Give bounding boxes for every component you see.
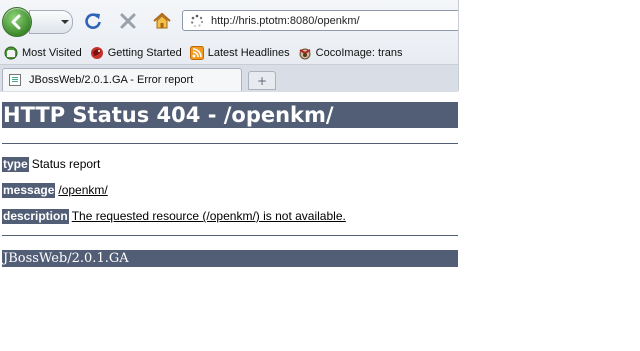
bookmark-cocoimage[interactable]: CocoImage: trans	[298, 46, 403, 60]
type-row: type Status report	[2, 157, 100, 172]
bookmark-label: Getting Started	[107, 47, 182, 59]
new-tab-button[interactable]: +	[248, 71, 276, 90]
description-value: The requested resource (/openkm/) is not…	[71, 209, 346, 223]
bookmark-label: CocoImage: trans	[315, 47, 403, 59]
description-row: description The requested resource (/open…	[2, 209, 346, 224]
rss-icon	[189, 46, 204, 60]
bookmark-label: Most Visited	[22, 47, 82, 59]
divider	[2, 143, 458, 144]
page-title: HTTP Status 404 - /openkm/	[2, 102, 458, 128]
tab-title: JBossWeb/2.0.1.GA - Error report	[29, 74, 194, 86]
home-icon	[153, 12, 171, 29]
cocoimage-icon	[299, 48, 311, 60]
tab-strip: JBossWeb/2.0.1.GA - Error report +	[0, 64, 458, 92]
type-label: type	[2, 157, 29, 172]
bookmark-latest-headlines[interactable]: Latest Headlines	[189, 46, 290, 60]
reload-button[interactable]	[81, 9, 105, 33]
most-visited-icon	[4, 46, 18, 60]
stop-button[interactable]	[117, 9, 139, 33]
reload-icon	[85, 13, 101, 29]
home-button[interactable]	[150, 9, 174, 33]
new-tab-icon: +	[256, 73, 268, 88]
bookmarks-toolbar: Most Visited Getting Started Latest Head…	[0, 42, 458, 64]
message-value: /openkm/	[58, 183, 108, 197]
address-bar[interactable]	[182, 10, 458, 31]
bookmark-label: Latest Headlines	[207, 47, 290, 59]
dropdown-arrow-icon[interactable]	[30, 11, 72, 33]
forward-button[interactable]	[29, 10, 73, 34]
loading-throbber-icon	[191, 14, 204, 27]
divider	[2, 235, 458, 236]
description-label: description	[2, 209, 69, 224]
page-icon	[9, 74, 21, 86]
server-footer: JBossWeb/2.0.1.GA	[2, 250, 458, 267]
tab-active[interactable]: JBossWeb/2.0.1.GA - Error report	[2, 68, 242, 91]
bookmark-getting-started[interactable]: Getting Started	[90, 46, 182, 60]
bookmark-most-visited[interactable]: Most Visited	[4, 46, 82, 60]
url-input[interactable]	[205, 14, 451, 27]
message-label: message	[2, 183, 56, 198]
getting-started-icon	[90, 47, 103, 59]
navigation-toolbar	[0, 0, 458, 42]
type-value: Status report	[31, 157, 101, 171]
back-button[interactable]	[2, 7, 32, 37]
browser-chrome: Most Visited Getting Started Latest Head…	[0, 0, 459, 92]
message-row: message/openkm/	[2, 183, 108, 198]
stop-icon	[120, 13, 136, 29]
back-arrow-icon	[11, 14, 21, 30]
